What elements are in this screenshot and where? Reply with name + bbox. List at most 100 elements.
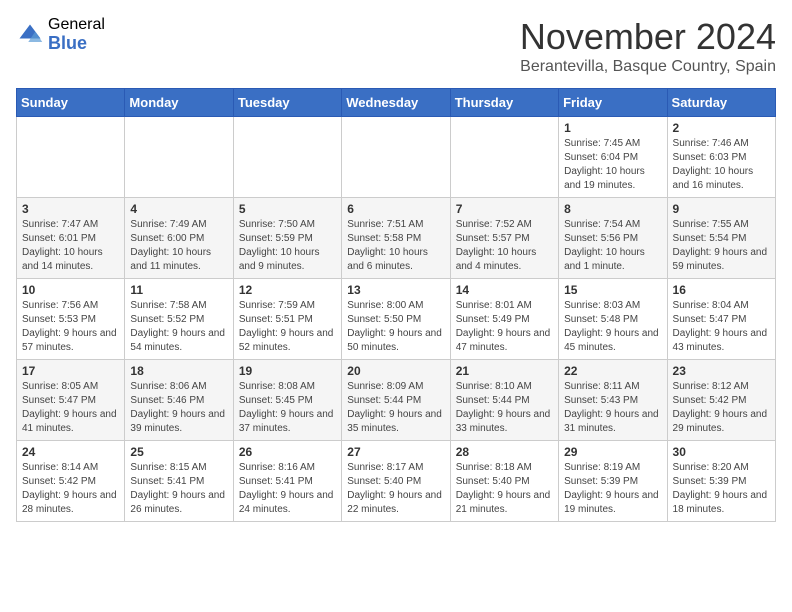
day-number: 16 [673,283,770,297]
calendar-day-cell: 19 Sunrise: 8:08 AM Sunset: 5:45 PM Dayli… [233,360,341,441]
day-info: Sunrise: 8:19 AM Sunset: 5:39 PM Dayligh… [564,461,661,517]
day-number: 30 [673,445,770,459]
day-info: Sunrise: 8:09 AM Sunset: 5:44 PM Dayligh… [347,380,444,436]
calendar-day-cell: 12 Sunrise: 7:59 AM Sunset: 5:51 PM Dayli… [233,279,341,360]
day-info: Sunrise: 7:59 AM Sunset: 5:51 PM Dayligh… [239,299,336,355]
weekday-header-cell: Thursday [450,89,558,117]
location-title: Berantevilla, Basque Country, Spain [520,58,776,76]
calendar-day-cell [125,117,233,198]
day-number: 28 [456,445,553,459]
day-info: Sunrise: 7:45 AM Sunset: 6:04 PM Dayligh… [564,137,661,193]
month-title: November 2024 [520,16,776,58]
day-info: Sunrise: 7:47 AM Sunset: 6:01 PM Dayligh… [22,218,119,274]
day-info: Sunrise: 8:10 AM Sunset: 5:44 PM Dayligh… [456,380,553,436]
calendar-day-cell: 24Sunrise: 8:14 AM Sunset: 5:42 PM Dayli… [17,441,125,522]
calendar-day-cell: 13Sunrise: 8:00 AM Sunset: 5:50 PM Dayli… [342,279,450,360]
calendar-week-row: 24Sunrise: 8:14 AM Sunset: 5:42 PM Dayli… [17,441,776,522]
day-number: 3 [22,202,119,216]
day-info: Sunrise: 8:06 AM Sunset: 5:46 PM Dayligh… [130,380,227,436]
weekday-header-cell: Saturday [667,89,775,117]
day-info: Sunrise: 8:20 AM Sunset: 5:39 PM Dayligh… [673,461,770,517]
weekday-header-cell: Monday [125,89,233,117]
calendar-day-cell [450,117,558,198]
calendar-week-row: 3 Sunrise: 7:47 AM Sunset: 6:01 PM Daylig… [17,198,776,279]
calendar-body: 1 Sunrise: 7:45 AM Sunset: 6:04 PM Daylig… [17,117,776,522]
day-info: Sunrise: 8:16 AM Sunset: 5:41 PM Dayligh… [239,461,336,517]
calendar-week-row: 10Sunrise: 7:56 AM Sunset: 5:53 PM Dayli… [17,279,776,360]
day-info: Sunrise: 7:50 AM Sunset: 5:59 PM Dayligh… [239,218,336,274]
day-number: 1 [564,121,661,135]
day-number: 9 [673,202,770,216]
calendar-day-cell: 14 Sunrise: 8:01 AM Sunset: 5:49 PM Dayli… [450,279,558,360]
day-number: 11 [130,283,227,297]
weekday-header-cell: Wednesday [342,89,450,117]
calendar-day-cell: 10Sunrise: 7:56 AM Sunset: 5:53 PM Dayli… [17,279,125,360]
calendar-week-row: 1 Sunrise: 7:45 AM Sunset: 6:04 PM Daylig… [17,117,776,198]
calendar-day-cell: 4 Sunrise: 7:49 AM Sunset: 6:00 PM Daylig… [125,198,233,279]
day-info: Sunrise: 8:15 AM Sunset: 5:41 PM Dayligh… [130,461,227,517]
calendar-day-cell: 28 Sunrise: 8:18 AM Sunset: 5:40 PM Dayli… [450,441,558,522]
logo: General Blue [16,16,105,53]
day-number: 29 [564,445,661,459]
day-info: Sunrise: 7:54 AM Sunset: 5:56 PM Dayligh… [564,218,661,274]
logo-general: General [48,16,105,34]
calendar-day-cell: 16 Sunrise: 8:04 AM Sunset: 5:47 PM Dayli… [667,279,775,360]
day-number: 27 [347,445,444,459]
weekday-header-cell: Sunday [17,89,125,117]
calendar-day-cell: 1 Sunrise: 7:45 AM Sunset: 6:04 PM Daylig… [559,117,667,198]
day-number: 18 [130,364,227,378]
logo-blue: Blue [48,34,105,54]
day-number: 23 [673,364,770,378]
day-number: 6 [347,202,444,216]
calendar-day-cell: 8 Sunrise: 7:54 AM Sunset: 5:56 PM Daylig… [559,198,667,279]
day-info: Sunrise: 8:08 AM Sunset: 5:45 PM Dayligh… [239,380,336,436]
day-info: Sunrise: 8:17 AM Sunset: 5:40 PM Dayligh… [347,461,444,517]
calendar-day-cell [233,117,341,198]
calendar-day-cell: 21 Sunrise: 8:10 AM Sunset: 5:44 PM Dayli… [450,360,558,441]
day-info: Sunrise: 7:49 AM Sunset: 6:00 PM Dayligh… [130,218,227,274]
calendar-day-cell: 23 Sunrise: 8:12 AM Sunset: 5:42 PM Dayli… [667,360,775,441]
day-info: Sunrise: 8:12 AM Sunset: 5:42 PM Dayligh… [673,380,770,436]
day-info: Sunrise: 8:01 AM Sunset: 5:49 PM Dayligh… [456,299,553,355]
calendar-table: SundayMondayTuesdayWednesdayThursdayFrid… [16,88,776,522]
day-number: 13 [347,283,444,297]
day-number: 21 [456,364,553,378]
day-number: 8 [564,202,661,216]
day-number: 10 [22,283,119,297]
weekday-header-cell: Tuesday [233,89,341,117]
day-info: Sunrise: 8:18 AM Sunset: 5:40 PM Dayligh… [456,461,553,517]
day-number: 7 [456,202,553,216]
day-info: Sunrise: 8:11 AM Sunset: 5:43 PM Dayligh… [564,380,661,436]
calendar-day-cell: 11Sunrise: 7:58 AM Sunset: 5:52 PM Dayli… [125,279,233,360]
day-number: 19 [239,364,336,378]
calendar-day-cell: 29 Sunrise: 8:19 AM Sunset: 5:39 PM Dayli… [559,441,667,522]
calendar-day-cell: 2 Sunrise: 7:46 AM Sunset: 6:03 PM Daylig… [667,117,775,198]
calendar-day-cell: 18 Sunrise: 8:06 AM Sunset: 5:46 PM Dayli… [125,360,233,441]
day-number: 4 [130,202,227,216]
day-number: 12 [239,283,336,297]
day-number: 5 [239,202,336,216]
calendar-day-cell: 20Sunrise: 8:09 AM Sunset: 5:44 PM Dayli… [342,360,450,441]
calendar-day-cell: 15Sunrise: 8:03 AM Sunset: 5:48 PM Dayli… [559,279,667,360]
day-info: Sunrise: 8:04 AM Sunset: 5:47 PM Dayligh… [673,299,770,355]
page-header: General Blue November 2024 Berantevilla,… [16,16,776,76]
day-number: 26 [239,445,336,459]
calendar-day-cell: 6Sunrise: 7:51 AM Sunset: 5:58 PM Daylig… [342,198,450,279]
logo-icon [16,21,44,49]
day-number: 2 [673,121,770,135]
calendar-day-cell: 25 Sunrise: 8:15 AM Sunset: 5:41 PM Dayli… [125,441,233,522]
calendar-day-cell [342,117,450,198]
day-info: Sunrise: 7:46 AM Sunset: 6:03 PM Dayligh… [673,137,770,193]
day-info: Sunrise: 7:55 AM Sunset: 5:54 PM Dayligh… [673,218,770,274]
calendar-day-cell: 30 Sunrise: 8:20 AM Sunset: 5:39 PM Dayli… [667,441,775,522]
calendar-day-cell: 3 Sunrise: 7:47 AM Sunset: 6:01 PM Daylig… [17,198,125,279]
day-info: Sunrise: 8:03 AM Sunset: 5:48 PM Dayligh… [564,299,661,355]
title-area: November 2024 Berantevilla, Basque Count… [520,16,776,76]
day-number: 14 [456,283,553,297]
day-number: 17 [22,364,119,378]
day-number: 25 [130,445,227,459]
day-info: Sunrise: 8:14 AM Sunset: 5:42 PM Dayligh… [22,461,119,517]
calendar-day-cell [17,117,125,198]
calendar-day-cell: 27 Sunrise: 8:17 AM Sunset: 5:40 PM Dayli… [342,441,450,522]
day-info: Sunrise: 7:52 AM Sunset: 5:57 PM Dayligh… [456,218,553,274]
